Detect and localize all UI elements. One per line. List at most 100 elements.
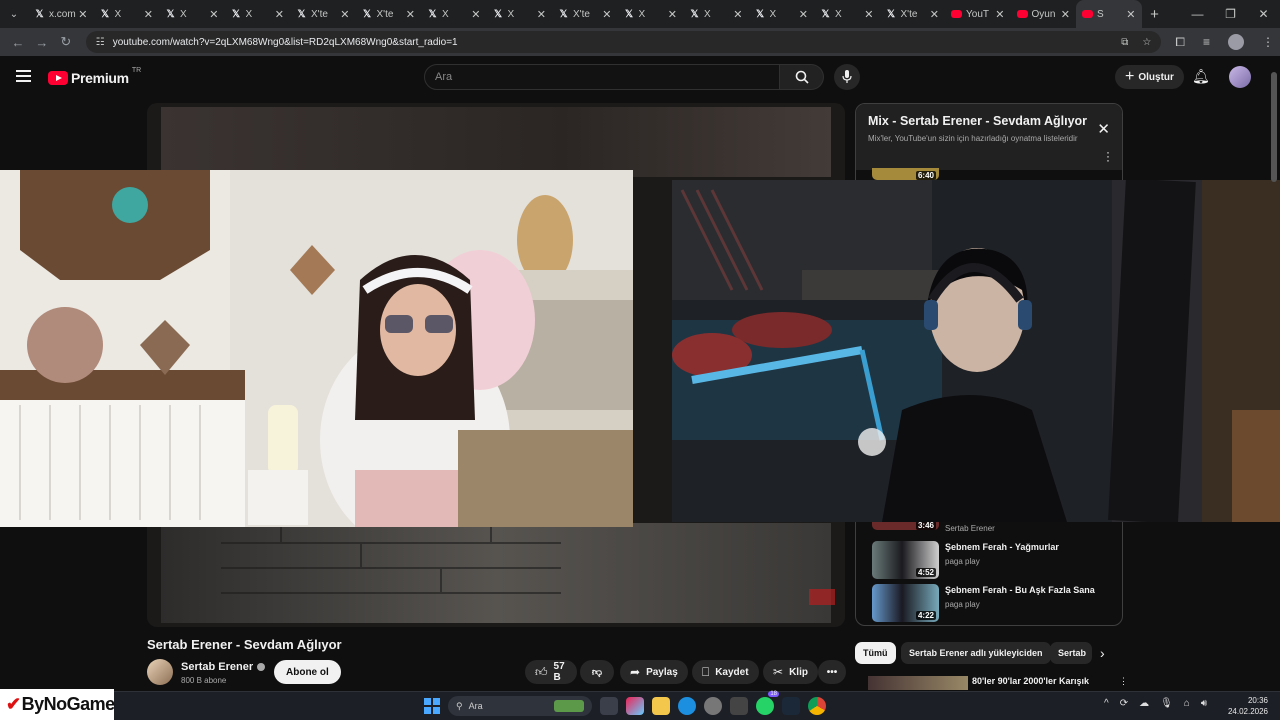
tab-close-icon[interactable]: ✕	[668, 8, 677, 21]
volume-icon[interactable]: 🔊︎	[1201, 698, 1207, 709]
microphone-tray-icon[interactable]: 🎙︎	[1160, 698, 1173, 709]
restore-icon[interactable]: ❐	[1214, 7, 1247, 21]
browser-tab[interactable]: 𝕏 X ✕	[683, 0, 749, 28]
task-view-icon[interactable]	[600, 697, 618, 715]
playlist-more-icon[interactable]: · · ·	[1106, 146, 1110, 166]
chrome-menu-icon[interactable]: ⋮	[1262, 35, 1274, 49]
reading-list-icon[interactable]: ≡	[1203, 35, 1210, 49]
tab-close-icon[interactable]: ✕	[144, 8, 153, 21]
dislike-button[interactable]: 👎︎	[580, 660, 614, 684]
like-button[interactable]: 👍︎ 57 B	[525, 660, 577, 684]
browser-tab[interactable]: 𝕏 X'te ✕	[356, 0, 422, 28]
browser-tab[interactable]: YouT ✕	[945, 0, 1011, 28]
chip-from-uploader[interactable]: Sertab Erener adlı yükleyiciden	[901, 642, 1051, 664]
tab-close-icon[interactable]: ✕	[471, 8, 480, 21]
edge-icon[interactable]	[678, 697, 696, 715]
copilot-icon[interactable]	[626, 697, 644, 715]
clip-button[interactable]: ✂ Klip	[763, 660, 818, 684]
tab-close-icon[interactable]: ✕	[864, 8, 873, 21]
search-button[interactable]	[780, 64, 824, 90]
browser-tab[interactable]: 𝕏x.com ✕	[28, 0, 94, 28]
browser-tab[interactable]: 𝕏 X ✕	[225, 0, 291, 28]
playlist-thumbnail: 6:40	[872, 168, 939, 180]
back-icon[interactable]: ←	[6, 35, 30, 50]
chips-next-arrow-icon[interactable]: ›	[1100, 645, 1105, 661]
file-explorer-icon[interactable]	[652, 697, 670, 715]
app-icon[interactable]	[704, 697, 722, 715]
tab-search-chevron-icon[interactable]: ⌄	[0, 0, 28, 28]
playlist-item[interactable]: 4:52 Şebnem Ferah - Yağmurlar paga play	[872, 541, 1112, 581]
tray-app-icon[interactable]: ☁	[1139, 698, 1149, 709]
browser-tab[interactable]: 𝕏 X ✕	[94, 0, 160, 28]
subscribe-button[interactable]: Abone ol	[274, 660, 341, 684]
tab-close-icon[interactable]: ✕	[78, 8, 87, 21]
browser-tab[interactable]: 𝕏 X'te ✕	[552, 0, 618, 28]
forward-icon[interactable]: →	[30, 35, 54, 50]
tab-close-icon[interactable]: ✕	[275, 8, 284, 21]
network-icon[interactable]: ⌂	[1184, 698, 1190, 709]
bookmark-star-icon[interactable]: ☆	[1142, 37, 1151, 48]
create-button[interactable]: + Oluştur	[1115, 65, 1184, 89]
tray-app-icon[interactable]: ⟳	[1120, 698, 1128, 709]
windows-start-icon[interactable]	[424, 698, 440, 714]
channel-avatar[interactable]	[147, 659, 173, 685]
browser-tab[interactable]: 𝕏 X ✕	[618, 0, 684, 28]
chrome-icon[interactable]	[808, 697, 826, 715]
address-bar[interactable]: ☷ youtube.com/watch?v=2qLXM68Wng0&list=R…	[85, 31, 1162, 53]
page-scrollbar[interactable]	[1271, 60, 1277, 630]
tab-close-icon[interactable]: ✕	[799, 8, 808, 21]
tab-close-icon[interactable]: ✕	[995, 8, 1004, 21]
search-input[interactable]: Ara	[424, 64, 780, 90]
browser-tab[interactable]: S ✕	[1076, 0, 1142, 28]
close-window-icon[interactable]: ✕	[1247, 7, 1280, 21]
whatsapp-icon[interactable]: 18	[756, 691, 779, 715]
tab-close-icon[interactable]: ✕	[602, 8, 611, 21]
browser-tab[interactable]: 𝕏 X'te ✕	[290, 0, 356, 28]
chip-sertab[interactable]: Sertab	[1050, 642, 1092, 664]
reload-icon[interactable]: ↻	[54, 34, 78, 50]
save-button[interactable]: ⎕ Kaydet	[692, 660, 759, 684]
youtube-logo[interactable]: Premium TR	[48, 67, 141, 86]
tray-chevron-icon[interactable]: ^	[1104, 698, 1109, 709]
guide-menu-icon[interactable]	[16, 70, 31, 85]
browser-tab[interactable]: 𝕏 X ✕	[814, 0, 880, 28]
recommendation-item[interactable]: 80'ler 90'lar 2000'ler Karışık ⋮	[868, 676, 1128, 690]
profile-avatar[interactable]	[1228, 34, 1245, 50]
browser-tab[interactable]: 𝕏 X ✕	[749, 0, 815, 28]
tab-close-icon[interactable]: ✕	[209, 8, 218, 21]
taskbar-clock[interactable]: 20:36 24.02.2026	[1226, 695, 1268, 717]
tab-close-icon[interactable]: ✕	[537, 8, 546, 21]
browser-tab[interactable]: Oyun ✕	[1011, 0, 1077, 28]
tab-close-icon[interactable]: ✕	[340, 8, 349, 21]
browser-tab[interactable]: 𝕏 X'te ✕	[880, 0, 946, 28]
channel-name[interactable]: Sertab Erener	[181, 661, 266, 673]
playlist-title[interactable]: Mix - Sertab Erener - Sevdam Ağlıyor	[868, 114, 1110, 128]
tab-close-icon[interactable]: ✕	[1061, 8, 1070, 21]
cast-icon[interactable]: ⧉	[1121, 37, 1128, 48]
voice-search-button[interactable]	[834, 64, 860, 90]
notifications-bell-icon[interactable]: 🔔︎	[1192, 68, 1210, 85]
tab-close-icon[interactable]: ✕	[406, 8, 415, 21]
tab-close-icon[interactable]: ✕	[1126, 8, 1135, 21]
extensions-icon[interactable]: ⧠	[1175, 35, 1185, 50]
steam-icon[interactable]	[782, 697, 800, 715]
taskbar-search[interactable]: ⚲ Ara	[448, 696, 592, 716]
browser-tab[interactable]: 𝕏 X ✕	[421, 0, 487, 28]
close-playlist-icon[interactable]: ✕	[1097, 120, 1110, 138]
browser-tab[interactable]: 𝕏 X ✕	[159, 0, 225, 28]
share-button[interactable]: ➦ Paylaş	[620, 660, 688, 684]
store-icon[interactable]	[730, 697, 748, 715]
more-actions-button[interactable]: •••	[818, 660, 846, 684]
tab-close-icon[interactable]: ✕	[733, 8, 742, 21]
playlist-item[interactable]: 4:22 Şebnem Ferah - Bu Aşk Fazla Sana pa…	[872, 584, 1112, 624]
new-tab-button[interactable]: +	[1142, 6, 1168, 23]
browser-tab[interactable]: 𝕏 X ✕	[487, 0, 553, 28]
minimize-icon[interactable]: —	[1181, 7, 1214, 21]
playlist-item-partial[interactable]: 6:40	[872, 168, 1112, 180]
chip-all[interactable]: Tümü	[855, 642, 896, 664]
account-avatar[interactable]	[1229, 66, 1251, 88]
recommendation-more-icon[interactable]: ⋮	[1119, 676, 1128, 690]
x-logo-icon: 𝕏	[624, 8, 634, 20]
site-info-icon[interactable]: ☷	[96, 37, 105, 48]
tab-close-icon[interactable]: ✕	[930, 8, 939, 21]
